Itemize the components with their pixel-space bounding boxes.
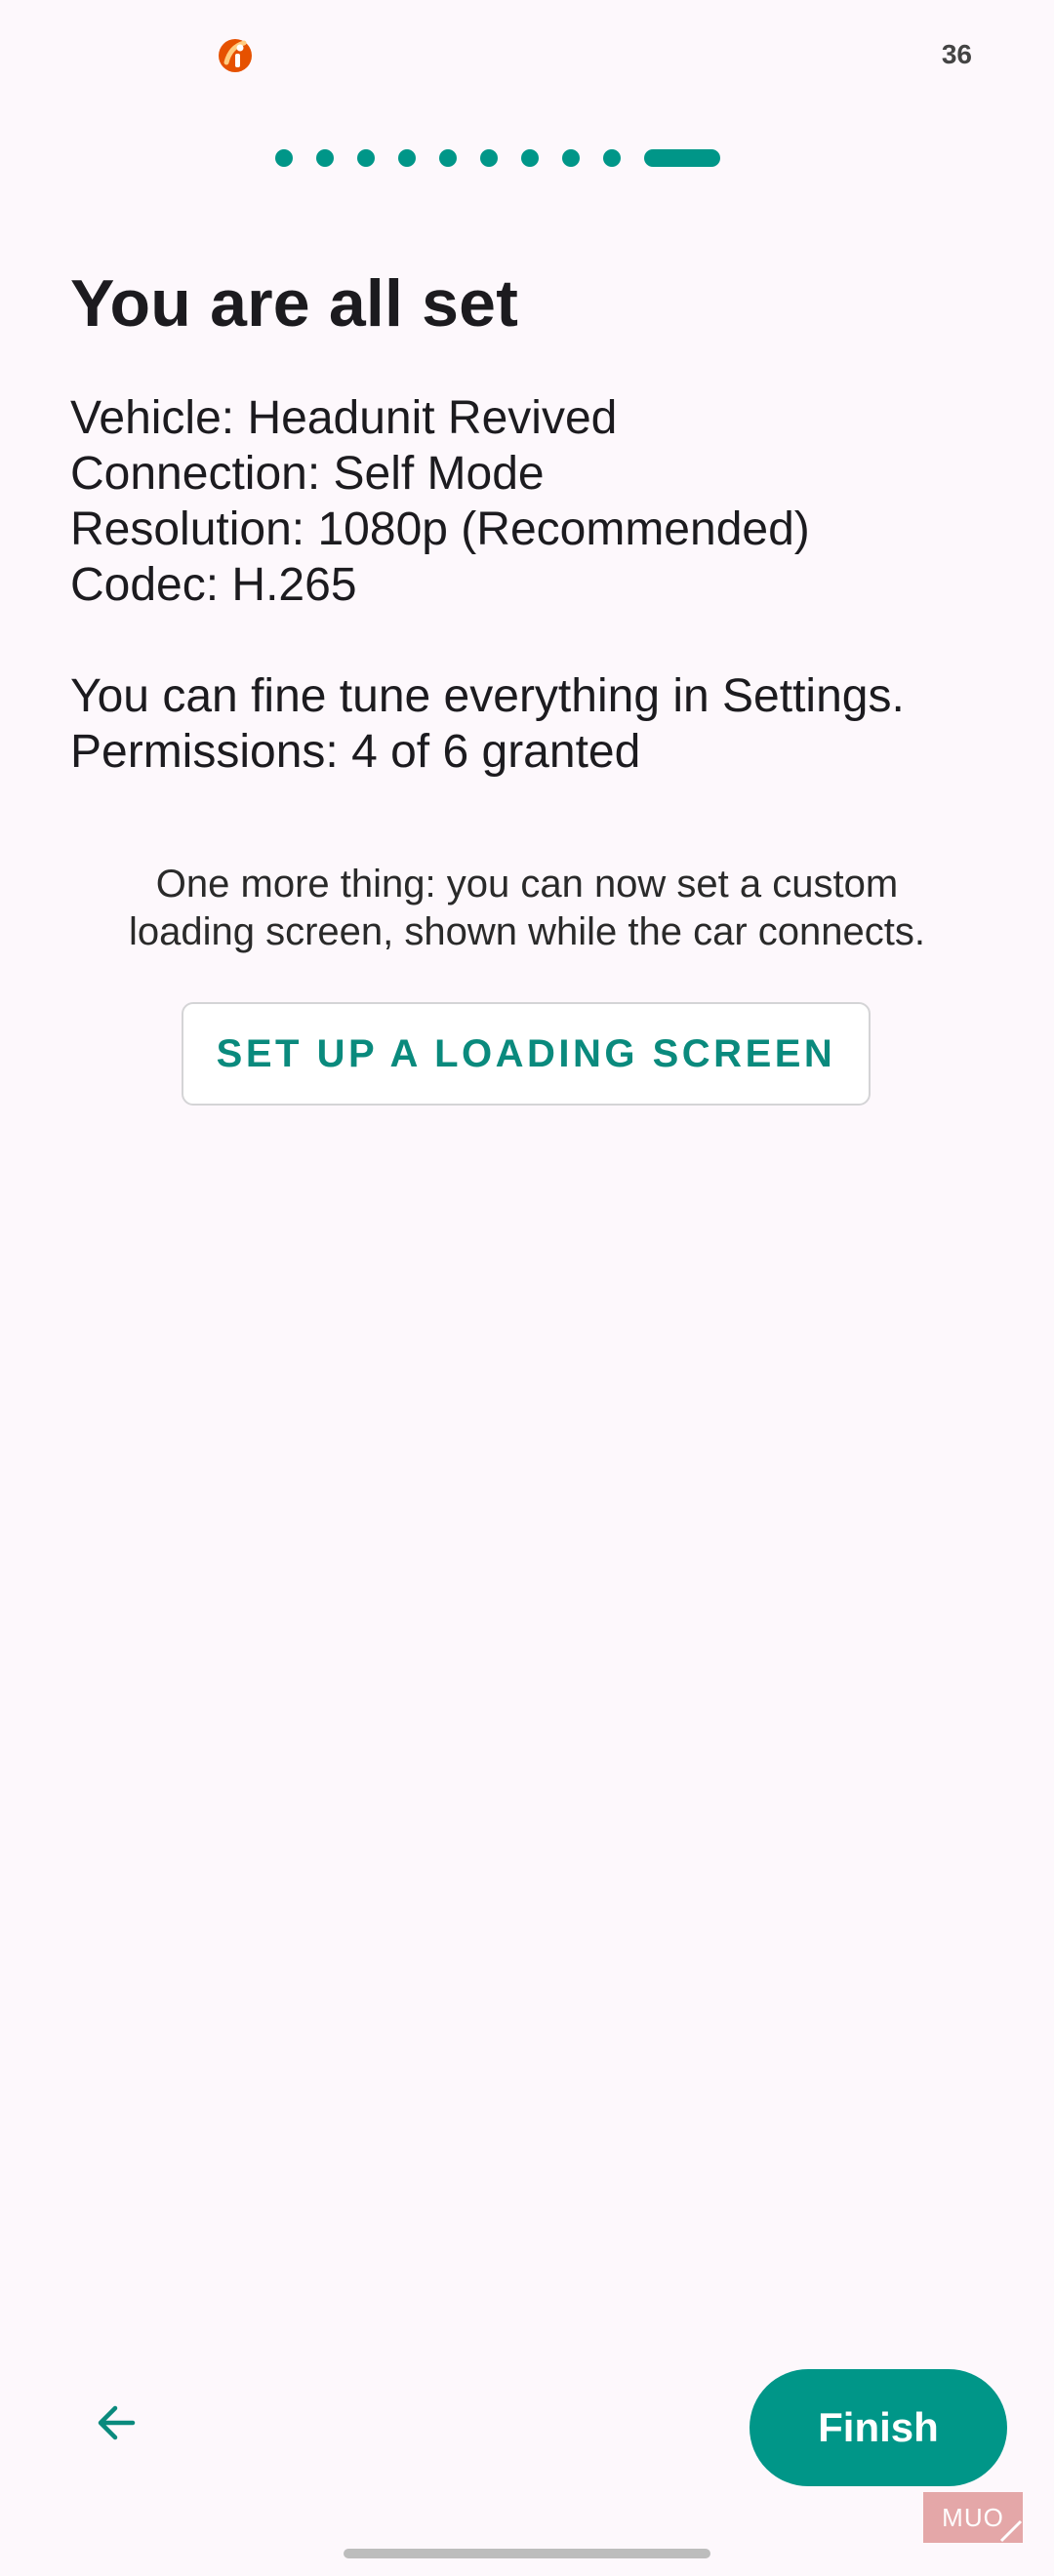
page-title: You are all set	[70, 266, 519, 341]
step-dot	[480, 149, 498, 167]
step-dot-current	[644, 149, 720, 167]
step-dot	[521, 149, 539, 167]
loading-hint-line-2: loading screen, shown while the car conn…	[128, 910, 925, 953]
arrow-left-icon	[94, 2400, 139, 2450]
setup-loading-screen-button[interactable]: SET UP A LOADING SCREEN	[182, 1002, 871, 1106]
settings-hint: You can fine tune everything in Settings…	[70, 670, 905, 722]
step-dot	[398, 149, 416, 167]
gesture-navigation-bar[interactable]	[344, 2549, 710, 2558]
permissions-line: Permissions: 4 of 6 granted	[70, 726, 641, 778]
codec-line: Codec: H.265	[70, 559, 357, 611]
loading-screen-hint: One more thing: you can now set a custom…	[59, 861, 995, 956]
app-notification-icon	[217, 35, 254, 74]
step-dot	[316, 149, 334, 167]
step-progress-indicator	[275, 149, 720, 167]
connection-line: Connection: Self Mode	[70, 448, 545, 500]
step-dot	[439, 149, 457, 167]
watermark-corner-icon	[999, 2519, 1023, 2543]
watermark-logo: MUO	[923, 2492, 1023, 2543]
step-dot	[562, 149, 580, 167]
loading-hint-line-1: One more thing: you can now set a custom	[155, 863, 899, 906]
finish-button[interactable]: Finish	[750, 2369, 1007, 2486]
battery-level: 36	[941, 39, 972, 69]
status-bar: 36	[0, 0, 1054, 107]
resolution-line: Resolution: 1080p (Recommended)	[70, 503, 810, 555]
step-dot	[357, 149, 375, 167]
setup-summary: Vehicle: Headunit Revived Connection: Se…	[70, 390, 1007, 780]
step-dot	[275, 149, 293, 167]
watermark-text: MUO	[942, 2502, 1004, 2532]
step-dot	[603, 149, 621, 167]
vehicle-line: Vehicle: Headunit Revived	[70, 392, 618, 444]
back-button[interactable]	[82, 2391, 150, 2459]
